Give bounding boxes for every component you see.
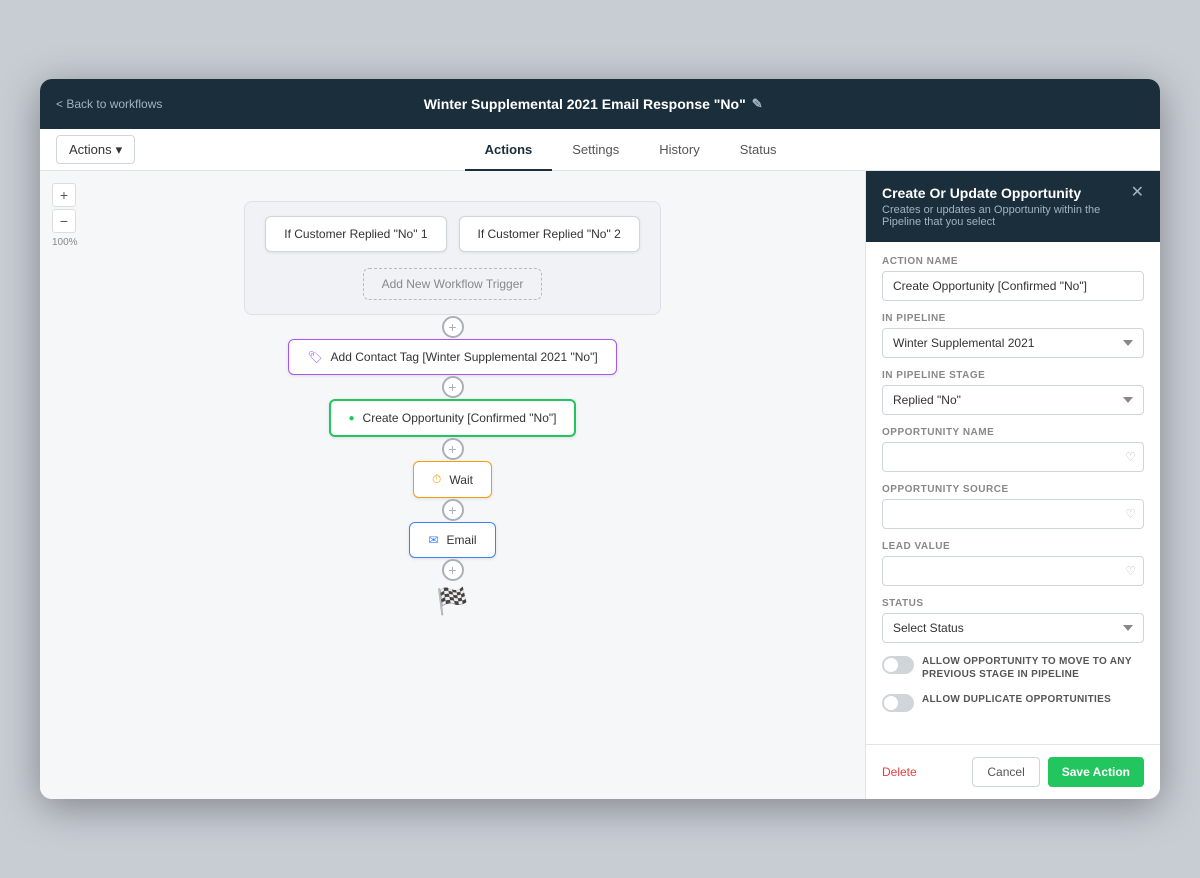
trigger-box-1[interactable]: If Customer Replied "No" 1 (265, 216, 446, 252)
opportunity-source-input-wrapper: ♡ (882, 499, 1144, 529)
main-content: + − 100% If Customer Replied "No" 1 If C… (40, 171, 1160, 799)
toggle-duplicate-label: ALLOW DUPLICATE OPPORTUNITIES (922, 693, 1111, 706)
add-trigger-button[interactable]: Add New Workflow Trigger (363, 268, 543, 300)
actions-dropdown-label: Actions (69, 142, 112, 157)
tab-status[interactable]: Status (720, 130, 797, 171)
add-step-icon-5[interactable]: + (442, 559, 464, 581)
finish-flag: 🏁 (436, 586, 468, 617)
connector-1[interactable]: + (441, 315, 465, 339)
opportunity-node-icon: ● (349, 413, 355, 424)
in-pipeline-stage-field-group: IN PIPELINE STAGE Replied "No" (882, 370, 1144, 415)
close-panel-button[interactable]: ✕ (1131, 185, 1144, 201)
opportunity-source-field-group: OPPORTUNITY SOURCE ♡ (882, 484, 1144, 529)
in-pipeline-label: IN PIPELINE (882, 313, 1144, 324)
chevron-down-icon: ▾ (116, 142, 123, 158)
add-step-icon-4[interactable]: + (442, 499, 464, 521)
opportunity-name-input-wrapper: ♡ (882, 442, 1144, 472)
action-name-input[interactable] (882, 271, 1144, 301)
add-step-icon-3[interactable]: + (442, 438, 464, 460)
zoom-controls: + − 100% (52, 183, 78, 248)
opportunity-source-icon: ♡ (1125, 507, 1136, 521)
device-frame: < Back to workflows Winter Supplemental … (40, 79, 1160, 799)
lead-value-icon: ♡ (1125, 564, 1136, 578)
connector-2[interactable]: + (441, 375, 465, 399)
panel-title: Create Or Update Opportunity (882, 185, 1131, 201)
trigger-wrapper: If Customer Replied "No" 1 If Customer R… (244, 201, 661, 315)
tabs-group: Actions Settings History Status (151, 129, 1110, 170)
status-field-group: STATUS Select Status (882, 598, 1144, 643)
edit-workflow-icon[interactable]: ✎ (752, 96, 763, 112)
save-action-button[interactable]: Save Action (1048, 757, 1144, 787)
tab-bar: Actions ▾ Actions Settings History Statu… (40, 129, 1160, 171)
email-node-label: Email (447, 533, 477, 547)
lead-value-input[interactable] (882, 556, 1144, 586)
tab-history[interactable]: History (639, 130, 719, 171)
status-label: STATUS (882, 598, 1144, 609)
lead-value-label: LEAD VALUE (882, 541, 1144, 552)
wait-action-node[interactable]: ⏱ Wait (413, 461, 492, 498)
panel-subtitle: Creates or updates an Opportunity within… (882, 204, 1131, 228)
footer-buttons: Cancel Save Action (972, 757, 1144, 787)
delete-action-link[interactable]: Delete (882, 765, 917, 779)
in-pipeline-stage-select[interactable]: Replied "No" (882, 385, 1144, 415)
in-pipeline-stage-label: IN PIPELINE STAGE (882, 370, 1144, 381)
action-name-field-group: ACTION NAME (882, 256, 1144, 301)
add-step-icon-2[interactable]: + (442, 376, 464, 398)
opportunity-name-label: OPPORTUNITY NAME (882, 427, 1144, 438)
trigger-box-2[interactable]: If Customer Replied "No" 2 (459, 216, 640, 252)
lead-value-field-group: LEAD VALUE ♡ (882, 541, 1144, 586)
back-to-workflows-link[interactable]: < Back to workflows (56, 97, 162, 111)
opportunity-node-label: Create Opportunity [Confirmed "No"] (363, 411, 557, 425)
connector-3[interactable]: + (441, 437, 465, 461)
zoom-out-button[interactable]: − (52, 209, 76, 233)
in-pipeline-field-group: IN PIPELINE Winter Supplemental 2021 (882, 313, 1144, 358)
wait-node-icon: ⏱ (432, 472, 441, 487)
panel-header: Create Or Update Opportunity Creates or … (866, 171, 1160, 242)
toggle-duplicate-row: ALLOW DUPLICATE OPPORTUNITIES (882, 693, 1144, 712)
toggle-previous-stage-row: ALLOW OPPORTUNITY TO MOVE TO ANY PREVIOU… (882, 655, 1144, 681)
add-step-icon-1[interactable]: + (442, 316, 464, 338)
email-node-icon: ✉ (428, 533, 438, 547)
opportunity-name-field-group: OPPORTUNITY NAME ♡ (882, 427, 1144, 472)
opportunity-action-node[interactable]: ● Create Opportunity [Confirmed "No"] (329, 399, 577, 437)
workflow-title-area: Winter Supplemental 2021 Email Response … (162, 96, 1024, 112)
actions-dropdown[interactable]: Actions ▾ (56, 135, 135, 164)
in-pipeline-select[interactable]: Winter Supplemental 2021 (882, 328, 1144, 358)
toggle-previous-stage[interactable] (882, 656, 914, 674)
tag-node-label: Add Contact Tag [Winter Supplemental 202… (331, 350, 598, 364)
email-action-node[interactable]: ✉ Email (409, 522, 495, 558)
panel-body: ACTION NAME IN PIPELINE Winter Supplemen… (866, 242, 1160, 744)
opportunity-source-label: OPPORTUNITY SOURCE (882, 484, 1144, 495)
connector-5[interactable]: + (441, 558, 465, 582)
opportunity-name-icon: ♡ (1125, 450, 1136, 464)
cancel-button[interactable]: Cancel (972, 757, 1039, 787)
opportunity-name-input[interactable] (882, 442, 1144, 472)
tag-action-node[interactable]: 🏷 Add Contact Tag [Winter Supplemental 2… (288, 339, 616, 375)
panel-footer: Delete Cancel Save Action (866, 744, 1160, 799)
zoom-level-label: 100% (52, 237, 78, 248)
canvas-area: + − 100% If Customer Replied "No" 1 If C… (40, 171, 865, 799)
tab-settings[interactable]: Settings (552, 130, 639, 171)
toggle-duplicate[interactable] (882, 694, 914, 712)
lead-value-input-wrapper: ♡ (882, 556, 1144, 586)
action-name-label: ACTION NAME (882, 256, 1144, 267)
connector-4[interactable]: + (441, 498, 465, 522)
toggle-previous-stage-label: ALLOW OPPORTUNITY TO MOVE TO ANY PREVIOU… (922, 655, 1144, 681)
trigger-row: If Customer Replied "No" 1 If Customer R… (265, 216, 640, 252)
workflow-title-text: Winter Supplemental 2021 Email Response … (424, 96, 746, 112)
tab-actions[interactable]: Actions (465, 130, 553, 171)
wait-node-label: Wait (449, 473, 473, 487)
top-bar: < Back to workflows Winter Supplemental … (40, 79, 1160, 129)
zoom-in-button[interactable]: + (52, 183, 76, 207)
opportunity-source-input[interactable] (882, 499, 1144, 529)
status-select[interactable]: Select Status (882, 613, 1144, 643)
tag-node-icon: 🏷 (307, 350, 322, 364)
workflow-canvas: If Customer Replied "No" 1 If Customer R… (40, 171, 865, 771)
panel-header-text: Create Or Update Opportunity Creates or … (882, 185, 1131, 228)
right-panel: Create Or Update Opportunity Creates or … (865, 171, 1160, 799)
